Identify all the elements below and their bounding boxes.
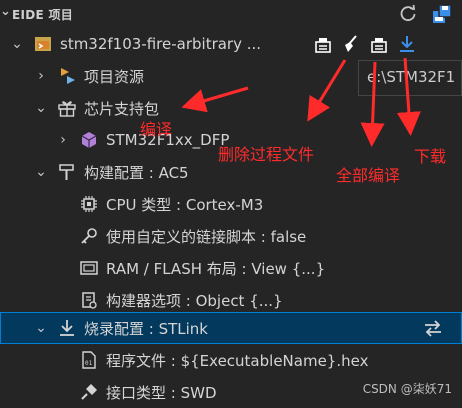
tree-item-program-file[interactable]: 01 程序文件 : ${ExecutableName}.hex [0,344,462,376]
tree-item-label: 项目资源 [84,67,145,86]
chevron-right-icon[interactable]: › [56,132,70,148]
cube-icon [78,129,100,151]
build-icon[interactable] [312,32,334,56]
memory-icon [78,257,100,279]
binary-file-icon: 01 [78,349,100,371]
resources-icon [56,65,78,87]
tree-item-linker[interactable]: 使用自定义的链接脚本 : false [0,220,462,252]
switch-icon[interactable] [422,317,444,343]
annotation-compile: 编译 [140,120,173,139]
tree-item-label: 使用自定义的链接脚本 : false [106,227,307,246]
project-name: stm32f103-fire-arbitrary ... [60,35,262,53]
annotation-full-compile: 全部编译 [336,166,401,185]
gift-icon [56,97,78,119]
chevron-down-icon[interactable]: ⌄ [34,100,48,116]
panel-title: EIDE 项目 [12,7,74,22]
tree-item-label: 构建配置 : AC5 [84,163,189,182]
chip-icon [78,193,100,215]
rebuild-icon[interactable] [368,32,390,56]
panel-actions [396,2,454,26]
tree-item-label: CPU 类型 : Cortex-M3 [106,195,264,214]
tree-item-chip-package[interactable]: ⌄ 芯片支持包 [0,92,462,124]
chevron-down-icon[interactable]: ⌄ [34,320,48,336]
chevron-down-icon[interactable]: ⌄ [10,36,24,52]
chevron-right-icon[interactable]: › [34,68,48,84]
project-icon [32,33,54,55]
path-tooltip: e:\STM32F1 [358,60,462,96]
tree-item-label: 烧录配置 : STLink [84,319,208,338]
annotation-download: 下载 [414,147,447,166]
annotation-delete-build: 删除过程文件 [218,145,315,164]
tree-item-label: RAM / FLASH 布局 : View {...} [106,259,326,278]
settings-file-icon [78,289,100,311]
tree-item-label: 接口类型 : SWD [106,383,217,402]
save-icon[interactable] [430,2,454,26]
watermark: CSDN @柒妖71 [362,382,452,396]
refresh-icon[interactable] [396,2,420,26]
key-icon [78,225,100,247]
chevron-down-icon[interactable]: ⌄ [34,164,48,180]
tree-item-label: 构建器选项 : Object {...} [106,291,283,310]
tree-item-ram-flash[interactable]: RAM / FLASH 布局 : View {...} [0,252,462,284]
panel-header[interactable]: ⌄ EIDE 项目 [0,0,462,28]
project-actions [312,32,418,56]
hammer-icon [56,161,78,183]
plug-icon [78,381,100,403]
chevron-down-icon[interactable]: ⌄ [0,4,11,19]
svg-text:01: 01 [85,360,93,367]
download-icon [56,317,78,339]
tree-item-flash-config[interactable]: ⌄ 烧录配置 : STLink [0,312,462,344]
tree-item-cpu[interactable]: CPU 类型 : Cortex-M3 [0,188,462,220]
download-icon[interactable] [396,32,418,56]
clean-icon[interactable] [340,32,362,56]
tree-item-label: 程序文件 : ${ExecutableName}.hex [106,351,369,370]
